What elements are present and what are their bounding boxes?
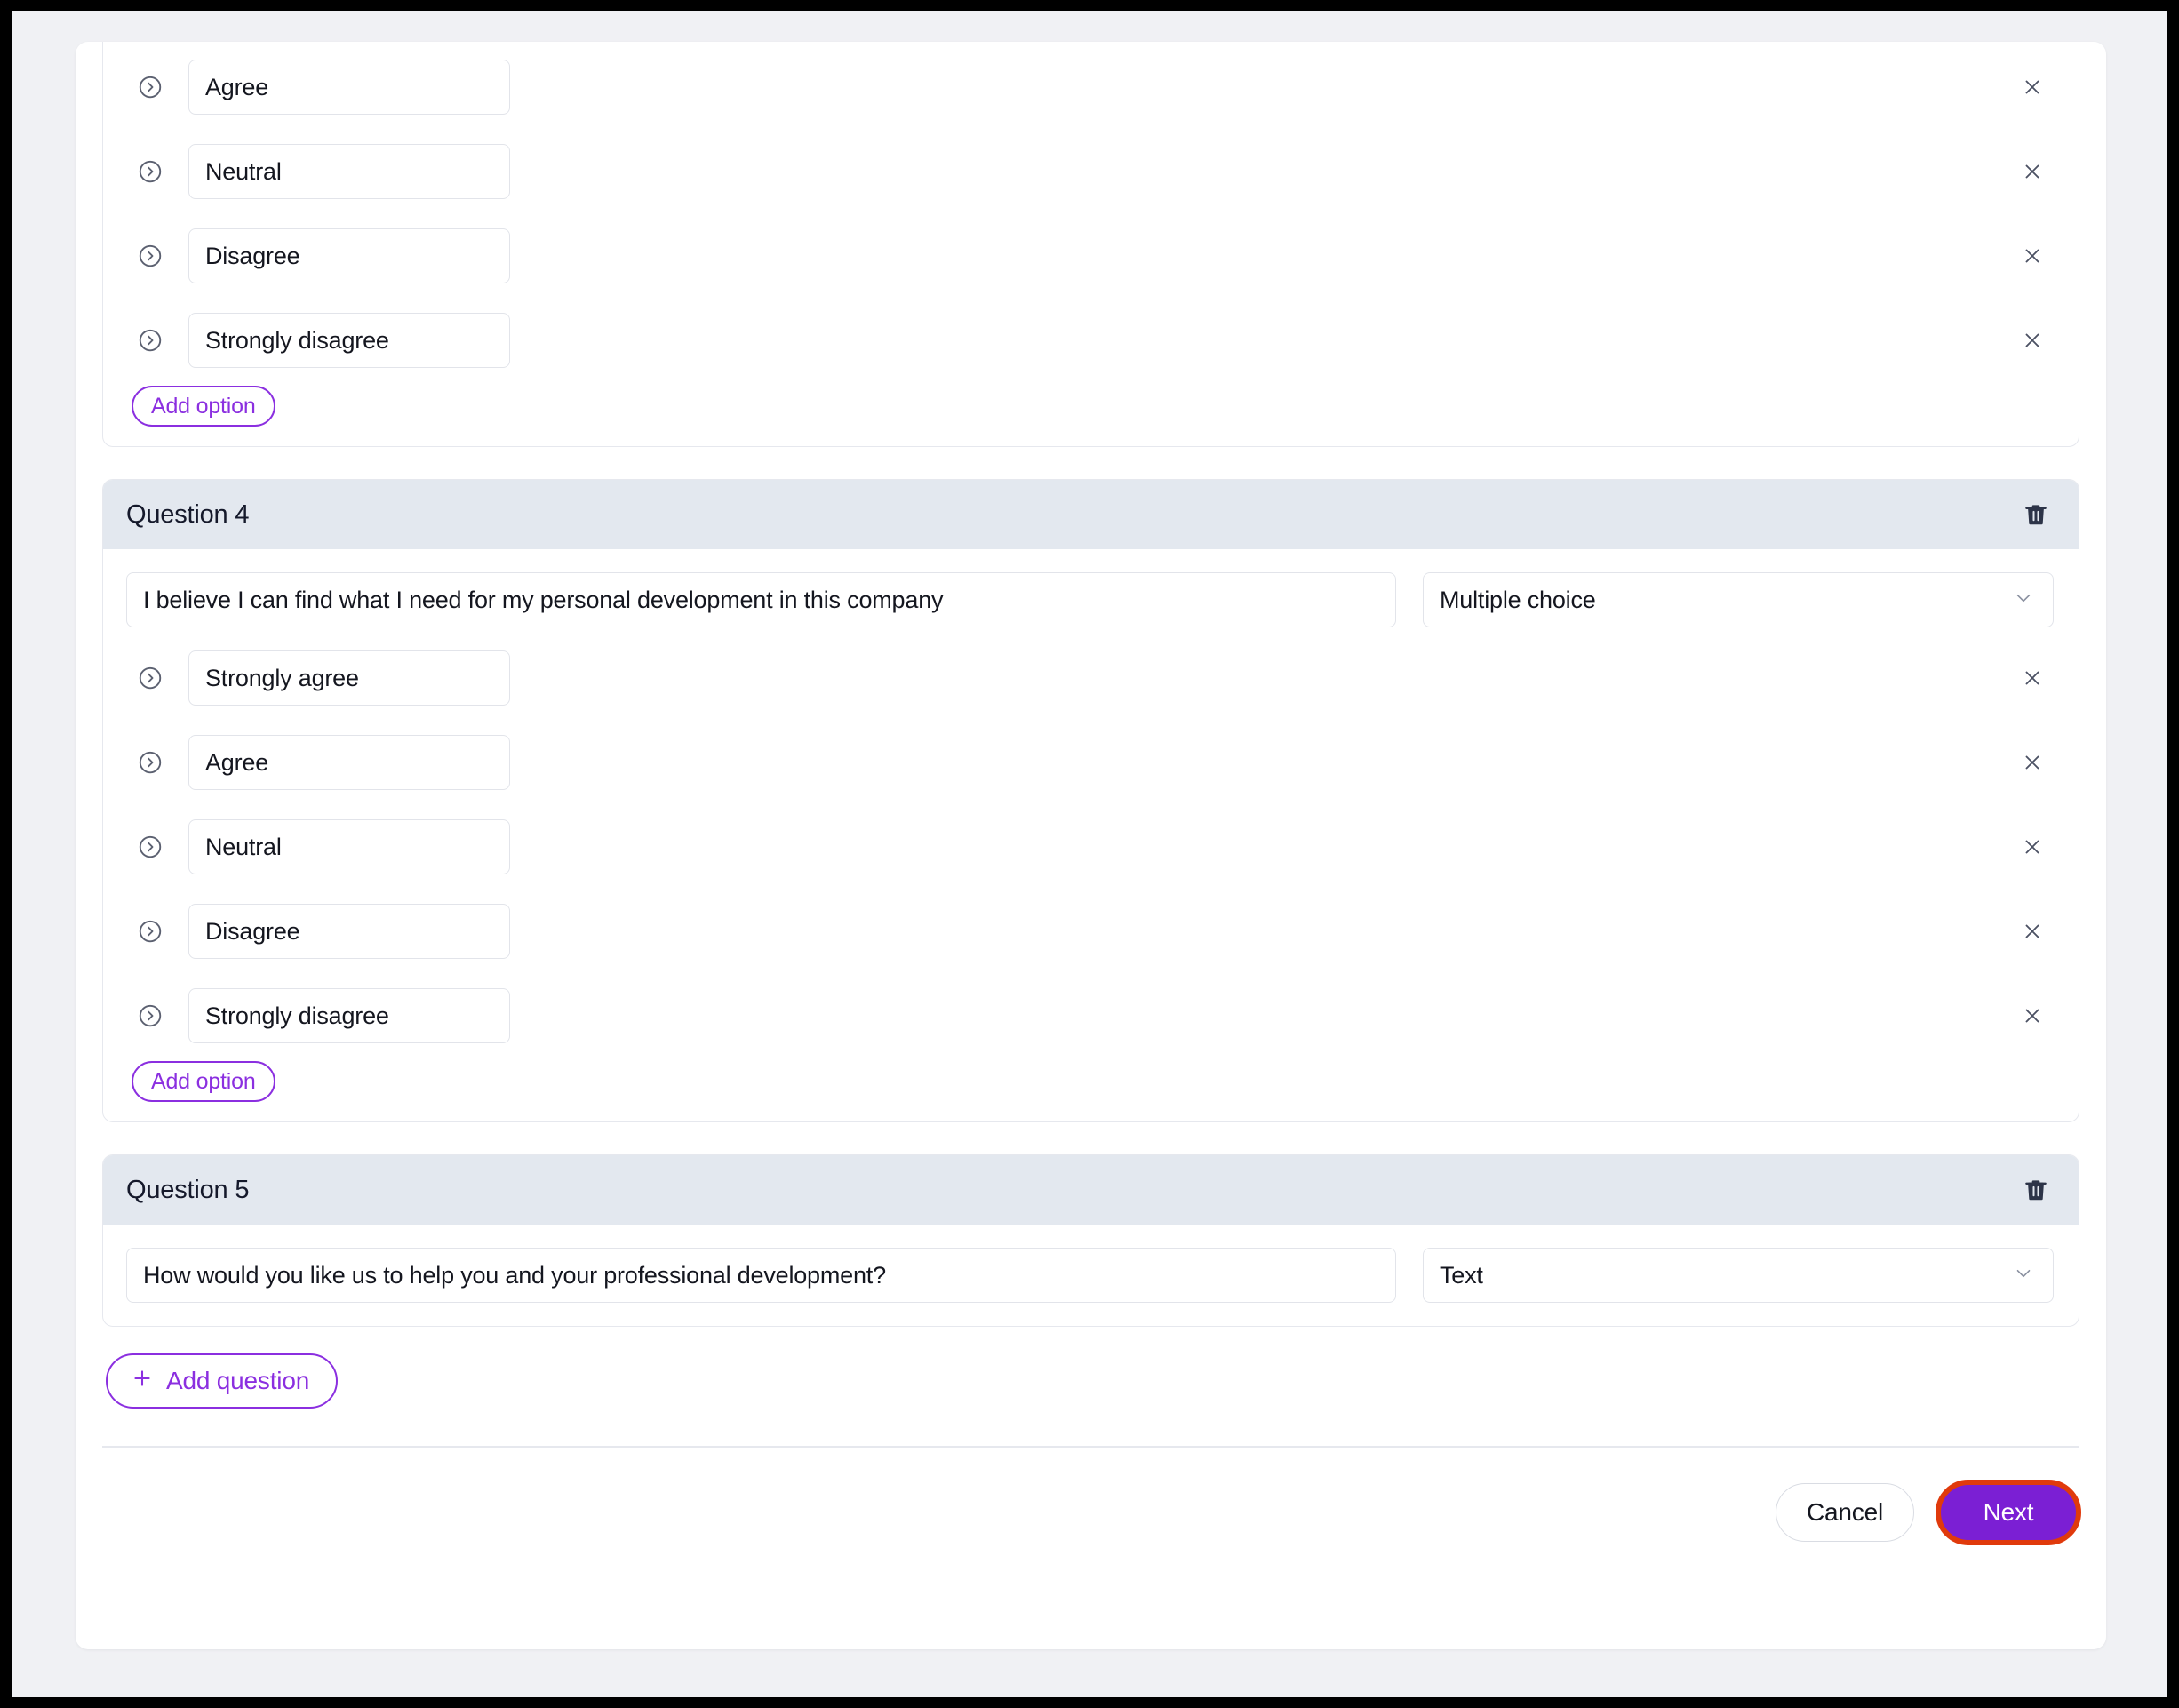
question-type-value: Text [1440, 1261, 1483, 1289]
add-option-button[interactable]: Add option [132, 1061, 275, 1102]
option-row [126, 228, 2054, 283]
question-body-q4: Multiple choice [103, 549, 2079, 1121]
trash-icon[interactable] [2018, 1172, 2054, 1208]
chevron-right-circle-icon[interactable] [132, 997, 169, 1034]
option-row [126, 313, 2054, 368]
close-icon[interactable] [2013, 827, 2052, 866]
close-icon[interactable] [2013, 912, 2052, 951]
chevron-right-circle-icon[interactable] [132, 913, 169, 950]
close-icon[interactable] [2013, 658, 2052, 698]
add-option-button[interactable]: Add option [132, 386, 275, 427]
chevron-right-circle-icon[interactable] [132, 828, 169, 866]
chevron-right-circle-icon[interactable] [132, 744, 169, 781]
option-input[interactable] [188, 735, 510, 790]
close-icon[interactable] [2013, 68, 2052, 107]
chevron-right-circle-icon[interactable] [132, 153, 169, 190]
question-body-q3: Add option [103, 42, 2079, 446]
chevron-right-circle-icon[interactable] [132, 659, 169, 697]
add-option-label: Add option [151, 1068, 256, 1094]
close-icon[interactable] [2013, 152, 2052, 191]
plus-icon [131, 1367, 154, 1396]
add-option-label: Add option [151, 393, 256, 419]
close-icon[interactable] [2013, 236, 2052, 275]
option-input[interactable] [188, 228, 510, 283]
option-input[interactable] [188, 650, 510, 706]
question-card-q5: Question 5 Text [102, 1154, 2079, 1327]
chevron-down-icon [2012, 587, 2035, 614]
question-type-select[interactable]: Text [1423, 1248, 2054, 1303]
card-spacer [102, 1122, 2079, 1154]
option-input[interactable] [188, 988, 510, 1043]
question-text-input[interactable] [126, 572, 1396, 627]
option-list-q3 [126, 47, 2054, 368]
option-list-q4 [126, 627, 2054, 1043]
close-icon[interactable] [2013, 996, 2052, 1035]
option-input[interactable] [188, 819, 510, 874]
option-row [126, 904, 2054, 959]
option-input[interactable] [188, 60, 510, 115]
cancel-button[interactable]: Cancel [1776, 1483, 1914, 1542]
question-title: Question 4 [126, 499, 250, 529]
question-title: Question 5 [126, 1175, 250, 1204]
app-screen: Add option Question 4 [12, 11, 2167, 1697]
option-row [126, 735, 2054, 790]
next-button[interactable]: Next [1936, 1480, 2081, 1545]
survey-builder-panel: Add option Question 4 [76, 42, 2106, 1649]
option-input[interactable] [188, 904, 510, 959]
question-top-row: Text [126, 1248, 2054, 1303]
close-icon[interactable] [2013, 743, 2052, 782]
option-row [126, 819, 2054, 874]
question-text-input[interactable] [126, 1248, 1396, 1303]
add-question-button[interactable]: Add question [106, 1353, 339, 1409]
card-spacer [102, 447, 2079, 479]
question-body-q5: Text [103, 1225, 2079, 1326]
option-row [126, 650, 2054, 706]
trash-icon[interactable] [2018, 497, 2054, 532]
question-header-q4: Question 4 [103, 480, 2079, 549]
question-type-select[interactable]: Multiple choice [1423, 572, 2054, 627]
question-card-q4: Question 4 Multiple choice [102, 479, 2079, 1122]
chevron-right-circle-icon[interactable] [132, 237, 169, 275]
question-header-q5: Question 5 [103, 1155, 2079, 1225]
option-row [126, 988, 2054, 1043]
option-row [126, 144, 2054, 199]
chevron-right-circle-icon[interactable] [132, 68, 169, 106]
question-top-row: Multiple choice [126, 572, 2054, 627]
close-icon[interactable] [2013, 321, 2052, 360]
option-row [126, 60, 2054, 115]
footer-actions: Cancel Next [102, 1448, 2081, 1545]
chevron-down-icon [2012, 1262, 2035, 1289]
add-question-label: Add question [166, 1367, 310, 1394]
option-input[interactable] [188, 144, 510, 199]
question-card-q3: Add option [102, 42, 2079, 447]
chevron-right-circle-icon[interactable] [132, 322, 169, 359]
option-input[interactable] [188, 313, 510, 368]
question-type-value: Multiple choice [1440, 586, 1596, 613]
